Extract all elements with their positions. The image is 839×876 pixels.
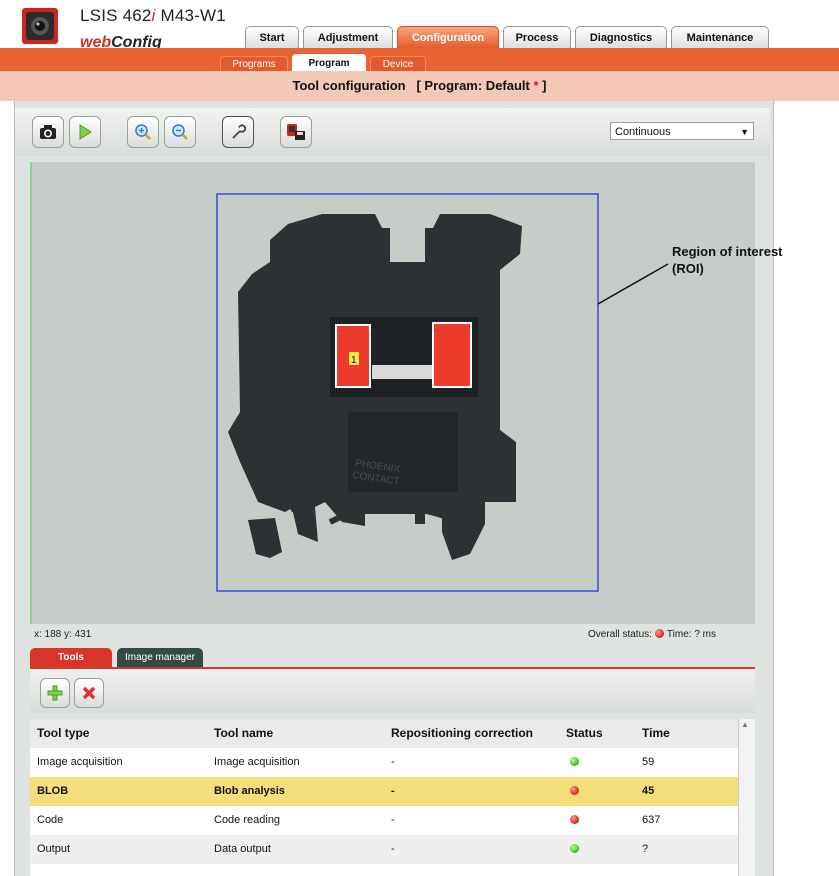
- col-header-tool-type[interactable]: Tool type: [37, 719, 89, 748]
- cell-repositioning: -: [391, 785, 395, 797]
- add-icon: [47, 685, 63, 701]
- cell-repositioning: -: [391, 756, 395, 768]
- product-name: LSIS 462i M43-W1: [80, 6, 226, 25]
- tab-image-manager[interactable]: Image manager: [117, 648, 203, 668]
- roi-callout-label: Region of interest (ROI): [672, 244, 783, 276]
- tab-diagnostics[interactable]: Diagnostics: [575, 26, 667, 49]
- play-icon: [79, 124, 92, 140]
- scroll-up-icon[interactable]: ▲: [741, 720, 749, 729]
- tab-configuration[interactable]: Configuration: [397, 26, 499, 49]
- cell-status: [566, 748, 582, 777]
- chevron-down-icon: ▼: [740, 127, 749, 137]
- delete-icon: [82, 686, 96, 700]
- cell-time: 59: [642, 756, 655, 768]
- cell-repositioning: -: [391, 814, 395, 826]
- roi-callout-line: [597, 263, 669, 305]
- cell-tool-name: Image acquisition: [214, 756, 300, 768]
- camera-icon: [40, 125, 56, 139]
- col-header-tool-name[interactable]: Tool name: [214, 719, 273, 748]
- cell-tool-type: BLOB: [37, 785, 69, 797]
- blob-number-label: 1: [351, 355, 357, 366]
- terminal-metal-bridge: [372, 365, 434, 379]
- save-to-device-button[interactable]: [280, 116, 312, 148]
- cell-status: [566, 777, 582, 806]
- blob-region-right: [432, 322, 472, 388]
- tools-toolbar: [30, 669, 755, 713]
- cell-tool-name: Blob analysis: [214, 785, 285, 797]
- cell-time: 637: [642, 814, 661, 826]
- cell-time: ?: [642, 843, 649, 855]
- table-row[interactable]: Output Data output - ?: [30, 835, 738, 864]
- add-tool-button[interactable]: [40, 678, 70, 708]
- tab-process[interactable]: Process: [503, 26, 571, 49]
- save-to-device-icon: [287, 124, 305, 140]
- table-row-selected[interactable]: BLOB Blob analysis - 45: [30, 777, 738, 806]
- subtab-program[interactable]: Program: [292, 54, 366, 72]
- status-green-icon: [570, 844, 579, 853]
- cell-status: [566, 806, 582, 835]
- zoom-in-button[interactable]: [127, 116, 159, 148]
- zoom-out-icon: [172, 124, 188, 140]
- zoom-in-icon: [135, 124, 151, 140]
- cursor-coordinates: x: 188 y: 431: [34, 629, 92, 640]
- table-row[interactable]: Code Code reading - 637: [30, 806, 738, 835]
- zoom-out-button[interactable]: [164, 116, 196, 148]
- cell-tool-name: Data output: [214, 843, 271, 855]
- tab-tools[interactable]: Tools: [30, 648, 112, 668]
- camera-image-view[interactable]: 1 PHOENIX CONTACT: [30, 162, 755, 624]
- sensor-logo: [18, 6, 62, 46]
- status-dot-icon: [654, 629, 664, 638]
- overall-status: Overall status: Time: ? ms: [588, 629, 716, 640]
- capture-button[interactable]: [32, 116, 64, 148]
- tool-config-button[interactable]: [222, 116, 254, 148]
- col-header-time[interactable]: Time: [642, 719, 670, 748]
- cell-time: 45: [642, 785, 655, 797]
- status-green-icon: [570, 757, 579, 766]
- tab-start[interactable]: Start: [245, 26, 299, 49]
- capture-mode-select[interactable]: Continuous ▼: [610, 122, 754, 140]
- subtab-device[interactable]: Device: [370, 56, 426, 72]
- page-title: Tool configuration [ Program: Default * …: [292, 78, 547, 93]
- cell-status: [566, 835, 582, 864]
- cell-repositioning: -: [391, 843, 395, 855]
- cell-tool-type: Output: [37, 843, 71, 855]
- table-header: Tool type Tool name Repositioning correc…: [30, 719, 738, 748]
- cell-tool-name: Code reading: [214, 814, 281, 826]
- delete-tool-button[interactable]: [74, 678, 104, 708]
- table-row[interactable]: Image acquisition Image acquisition - 59: [30, 748, 738, 777]
- status-red-icon: [570, 786, 579, 795]
- cell-tool-type: Image acquisition: [37, 756, 123, 768]
- subtab-programs[interactable]: Programs: [220, 56, 288, 72]
- table-scrollbar[interactable]: [738, 719, 755, 876]
- tab-adjustment[interactable]: Adjustment: [303, 26, 393, 49]
- wrench-icon: [232, 124, 247, 139]
- tab-maintenance[interactable]: Maintenance: [671, 26, 769, 49]
- col-header-repositioning[interactable]: Repositioning correction: [391, 719, 533, 748]
- run-button[interactable]: [69, 116, 101, 148]
- col-header-status[interactable]: Status: [566, 719, 603, 748]
- cell-tool-type: Code: [37, 814, 64, 826]
- status-red-icon: [570, 815, 579, 824]
